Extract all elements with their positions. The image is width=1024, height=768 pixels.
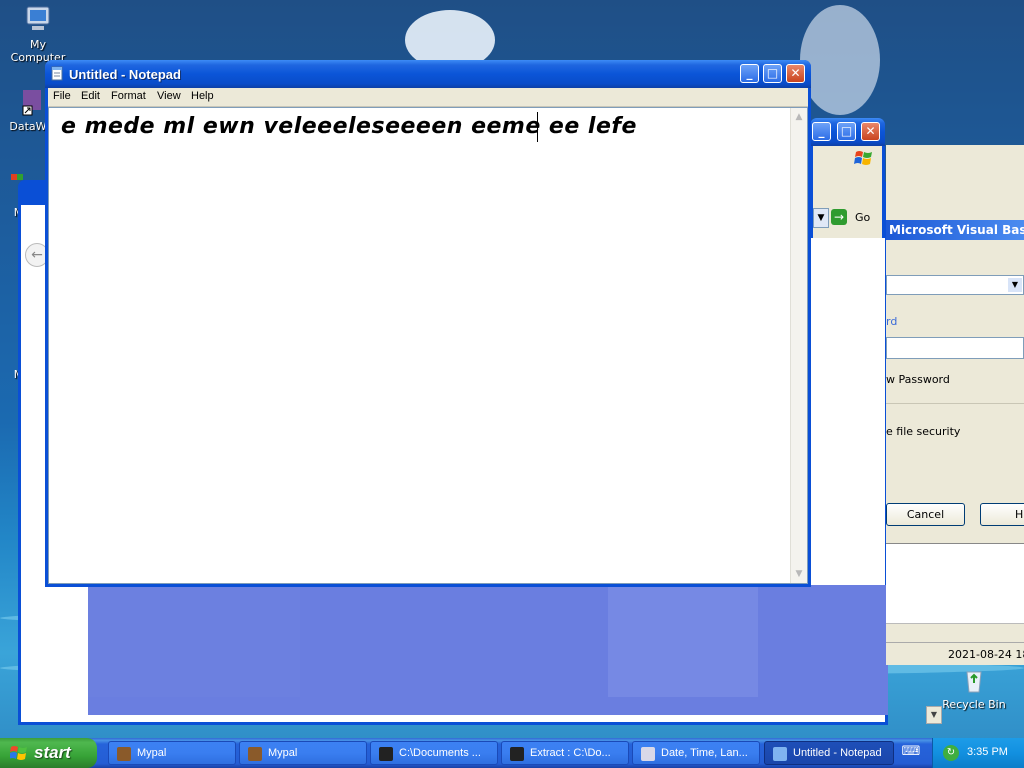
chevron-down-icon[interactable]: ▼	[1008, 278, 1022, 292]
maximize-button[interactable]: □	[763, 64, 782, 83]
cancel-label: Cancel	[906, 508, 945, 521]
task-label: Untitled - Notepad	[793, 747, 882, 759]
cancel-button[interactable]: Cancel	[886, 503, 965, 526]
taskbar-item-date-time[interactable]: Date, Time, Lan...	[632, 741, 760, 765]
dialog-title: Microsoft Visual Basic	[889, 223, 1024, 237]
desktop-icon-my-computer[interactable]: My Computer	[1, 4, 75, 64]
menu-help[interactable]: Help	[191, 90, 214, 102]
notepad-window[interactable]: Untitled - Notepad _ □ ✕ File Edit Forma…	[45, 60, 811, 587]
close-button[interactable]: ✕	[861, 122, 880, 141]
recycle-bin-icon	[966, 671, 982, 693]
desktop-icon-recycle-bin[interactable]: Recycle Bin	[937, 664, 1011, 711]
help-button[interactable]: H	[980, 503, 1024, 526]
password-field[interactable]	[886, 337, 1024, 359]
editor-text: e mede ml ewn veleeeleseeeen eeme ee lef…	[61, 114, 637, 139]
task-label: Date, Time, Lan...	[661, 747, 748, 759]
task-label: Extract : C:\Do...	[530, 747, 611, 759]
task-label: C:\Documents ...	[399, 747, 481, 759]
vertical-scrollbar[interactable]: ▲ ▼	[790, 108, 807, 583]
cloud-decoration	[800, 5, 880, 115]
go-label: Go	[855, 211, 871, 224]
7zip-icon	[379, 747, 393, 761]
taskbar-item-mypal-1[interactable]: Mypal	[108, 741, 236, 765]
windows-flag-icon	[10, 746, 27, 760]
scroll-down-button[interactable]: ▼	[926, 706, 942, 724]
mypal-icon	[248, 747, 262, 761]
control-panel-icon	[641, 747, 655, 761]
computer-icon	[26, 6, 50, 30]
scroll-down-icon[interactable]: ▼	[792, 567, 806, 581]
help-label: H	[1015, 508, 1024, 521]
close-button[interactable]: ✕	[786, 64, 805, 83]
new-password-label: w Password	[886, 373, 950, 386]
system-tray: ↻ 3:35 PM	[932, 738, 1024, 768]
taskbar-item-documents[interactable]: C:\Documents ...	[370, 741, 498, 765]
menu-view[interactable]: View	[157, 90, 181, 102]
network-icon[interactable]: ↻	[943, 745, 959, 761]
divider	[886, 403, 1024, 404]
taskbar: start Mypal Mypal C:\Documents ... Extra…	[0, 738, 1024, 768]
horizontal-scrollbar[interactable]	[886, 623, 1024, 638]
menu-bar: File Edit Format View Help	[48, 88, 808, 107]
start-button[interactable]: start	[0, 738, 97, 768]
dialog-header-area	[886, 145, 1024, 220]
file-security-label: e file security	[886, 425, 961, 438]
text-editor[interactable]: e mede ml ewn veleeeleseeeen eeme ee lef…	[48, 107, 808, 584]
taskbar-item-notepad[interactable]: Untitled - Notepad	[764, 741, 894, 765]
visual-basic-dialog[interactable]: Microsoft Visual Basic ▼ rd w Password e…	[886, 145, 1024, 665]
notepad-titlebar[interactable]: Untitled - Notepad _ □ ✕	[45, 60, 811, 88]
go-arrow-icon: →	[831, 209, 847, 225]
dialog-content-pane	[886, 543, 1024, 624]
purple-backdrop-panel	[88, 585, 300, 697]
7zip-icon	[510, 747, 524, 761]
dropdown-arrow-icon[interactable]: ▼	[813, 208, 829, 228]
task-label: Mypal	[268, 747, 298, 759]
scroll-up-icon[interactable]: ▲	[792, 110, 806, 124]
password-link[interactable]: rd	[886, 315, 897, 328]
maximize-button[interactable]: □	[837, 122, 856, 141]
purple-backdrop-panel	[88, 585, 888, 715]
browser-window[interactable]: _ □ ✕ ▼ → Go	[810, 118, 885, 238]
minimize-button[interactable]: _	[812, 122, 831, 141]
taskbar-item-extract[interactable]: Extract : C:\Do...	[501, 741, 629, 765]
clock[interactable]: 3:35 PM	[967, 746, 1008, 758]
status-bar: 2021-08-24 18:	[886, 642, 1024, 665]
shortcut-icon	[22, 90, 41, 116]
menu-format[interactable]: Format	[111, 90, 146, 102]
task-label: Mypal	[137, 747, 167, 759]
window-title: Untitled - Notepad	[69, 67, 181, 82]
notepad-icon	[51, 66, 63, 81]
mypal-icon	[117, 747, 131, 761]
go-button[interactable]: → Go	[831, 208, 879, 228]
browser-toolbar: ▼ → Go	[813, 146, 882, 238]
project-select[interactable]: ▼	[886, 275, 1024, 295]
menu-file[interactable]: File	[53, 90, 71, 102]
notepad-icon	[773, 747, 787, 761]
logo-watermark	[608, 585, 758, 697]
desktop-icon-label: Recycle Bin	[942, 698, 1006, 711]
status-timestamp: 2021-08-24 18:	[948, 648, 1024, 661]
minimize-button[interactable]: _	[740, 64, 759, 83]
dialog-title-band: Microsoft Visual Basic	[886, 220, 1024, 240]
menu-edit[interactable]: Edit	[81, 90, 100, 102]
taskbar-item-mypal-2[interactable]: Mypal	[239, 741, 367, 765]
windows-logo-icon	[854, 151, 872, 165]
keyboard-icon[interactable]: ⌨	[900, 744, 922, 762]
text-caret	[537, 112, 538, 142]
start-label: start	[34, 743, 71, 762]
